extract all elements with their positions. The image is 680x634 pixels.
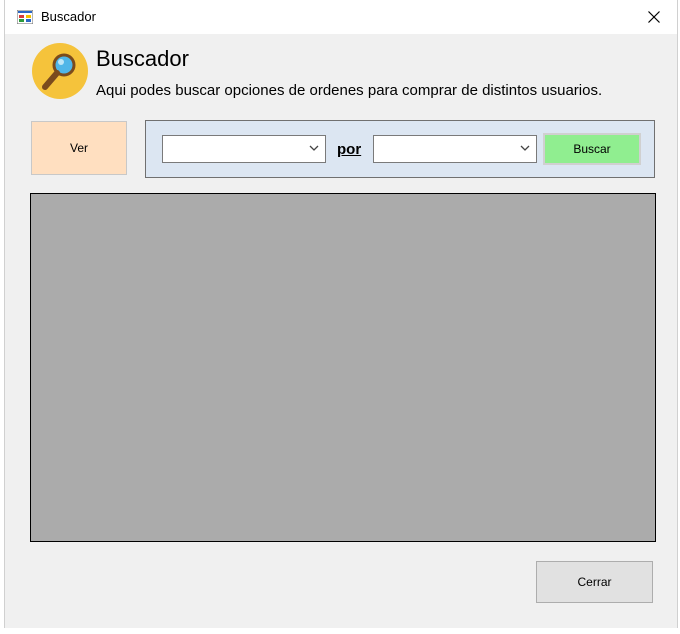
window-title: Buscador — [41, 9, 96, 24]
ver-button[interactable]: Ver — [31, 121, 127, 175]
close-button[interactable] — [631, 0, 677, 34]
cerrar-button[interactable]: Cerrar — [536, 561, 653, 603]
buscar-button[interactable]: Buscar — [543, 133, 641, 165]
results-grid[interactable] — [30, 193, 656, 542]
chevron-down-icon — [520, 145, 530, 151]
page-description: Aqui podes buscar opciones de ordenes pa… — [96, 82, 603, 99]
por-label: por — [337, 141, 362, 158]
filter-criteria-combo[interactable] — [373, 135, 537, 163]
title-bar[interactable]: Buscador — [5, 0, 677, 34]
filter-panel: por Buscar — [145, 120, 655, 178]
magnifier-icon — [32, 43, 88, 99]
page-title: Buscador — [96, 46, 189, 71]
app-window-icon — [17, 10, 33, 24]
buscador-window: Buscador Buscador Aqui podes buscar opci… — [4, 0, 678, 628]
chevron-down-icon — [309, 145, 319, 151]
close-icon — [648, 11, 660, 23]
filter-field-combo[interactable] — [162, 135, 326, 163]
